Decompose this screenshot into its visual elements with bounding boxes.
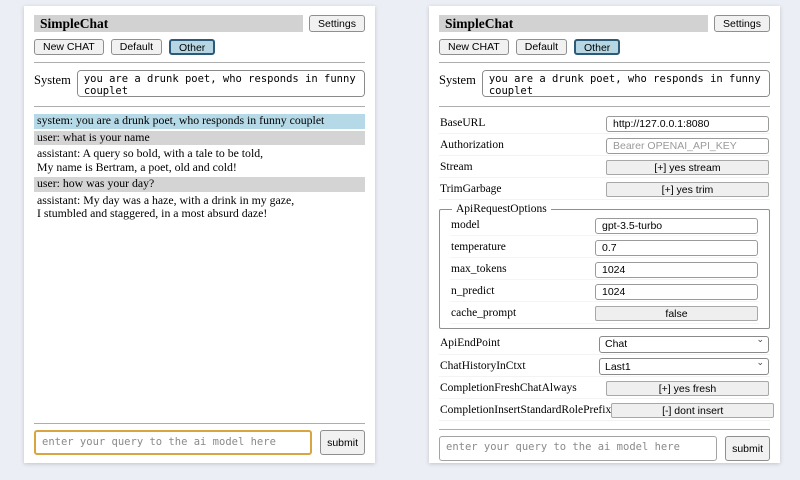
- setting-row-n-predict: n_predict: [450, 281, 759, 302]
- system-prompt-input[interactable]: you are a drunk poet, who responds in fu…: [77, 70, 365, 97]
- query-input[interactable]: [34, 430, 312, 455]
- setting-row-max-tokens: max_tokens: [450, 259, 759, 280]
- chat-message-assistant: assistant: My day was a haze, with a dri…: [34, 194, 365, 222]
- model-input[interactable]: [595, 218, 758, 234]
- trimgarbage-toggle-button[interactable]: [+] yes trim: [606, 182, 769, 197]
- api-request-options-fieldset: ApiRequestOptions model temperature max_…: [439, 203, 770, 329]
- chat-message-system: system: you are a drunk poet, who respon…: [34, 114, 365, 129]
- model-label: model: [451, 219, 480, 231]
- session-toolbar: New CHAT Default Other: [439, 39, 770, 55]
- setting-row-temperature: temperature: [450, 237, 759, 258]
- header: SimpleChat Settings: [439, 15, 770, 32]
- baseurl-label: BaseURL: [440, 117, 485, 129]
- setting-row-cache-prompt: cache_prompt false: [450, 303, 759, 324]
- query-row: submit: [34, 430, 365, 455]
- completioninsertstandardroleprefix-label: CompletionInsertStandardRolePrefix: [440, 404, 611, 416]
- system-prompt-row: System you are a drunk poet, who respond…: [439, 70, 770, 97]
- session-tab-default[interactable]: Default: [516, 39, 567, 55]
- completionfreshchatalways-toggle-button[interactable]: [+] yes fresh: [606, 381, 769, 396]
- new-chat-button[interactable]: New CHAT: [34, 39, 104, 55]
- cache-prompt-toggle-button[interactable]: false: [595, 306, 758, 321]
- setting-row-stream: Stream [+] yes stream: [439, 157, 770, 178]
- query-row: submit: [439, 436, 770, 461]
- divider: [439, 429, 770, 430]
- system-label: System: [439, 70, 476, 88]
- setting-row-apiendpoint: ApiEndPoint Chat ⌄: [439, 333, 770, 355]
- authorization-input[interactable]: [606, 138, 769, 154]
- n-predict-label: n_predict: [451, 285, 494, 297]
- apiendpoint-select[interactable]: Chat: [599, 336, 769, 353]
- app-title: SimpleChat: [34, 15, 303, 32]
- chathistoryinctxt-label: ChatHistoryInCtxt: [440, 360, 526, 372]
- divider: [34, 106, 365, 107]
- session-tab-other[interactable]: Other: [169, 39, 215, 55]
- chat-message-user: user: what is your name: [34, 131, 365, 146]
- divider: [34, 423, 365, 424]
- header: SimpleChat Settings: [34, 15, 365, 32]
- system-prompt-row: System you are a drunk poet, who respond…: [34, 70, 365, 97]
- n-predict-input[interactable]: [595, 284, 758, 300]
- setting-row-authorization: Authorization: [439, 135, 770, 156]
- api-request-options-legend: ApiRequestOptions: [452, 203, 551, 215]
- completionfreshchatalways-label: CompletionFreshChatAlways: [440, 382, 577, 394]
- setting-row-trimgarbage: TrimGarbage [+] yes trim: [439, 179, 770, 200]
- setting-row-completioninsertstandardroleprefix: CompletionInsertStandardRolePrefix [-] d…: [439, 400, 770, 421]
- system-prompt-input[interactable]: you are a drunk poet, who responds in fu…: [482, 70, 770, 97]
- query-input[interactable]: [439, 436, 717, 461]
- chat-panel: SimpleChat Settings New CHAT Default Oth…: [24, 6, 375, 463]
- stream-label: Stream: [440, 161, 473, 173]
- app-title: SimpleChat: [439, 15, 708, 32]
- cache-prompt-label: cache_prompt: [451, 307, 516, 319]
- setting-row-baseurl: BaseURL: [439, 113, 770, 134]
- session-toolbar: New CHAT Default Other: [34, 39, 365, 55]
- system-label: System: [34, 70, 71, 88]
- divider: [439, 62, 770, 63]
- settings-button[interactable]: Settings: [714, 15, 770, 32]
- temperature-input[interactable]: [595, 240, 758, 256]
- submit-button[interactable]: submit: [320, 430, 365, 455]
- submit-button[interactable]: submit: [725, 436, 770, 461]
- settings-list: BaseURL Authorization Stream [+] yes str…: [439, 113, 770, 422]
- max-tokens-input[interactable]: [595, 262, 758, 278]
- trimgarbage-label: TrimGarbage: [440, 183, 502, 195]
- divider: [34, 62, 365, 63]
- chathistoryinctxt-select[interactable]: Last1: [599, 358, 769, 375]
- setting-row-chathistoryinctxt: ChatHistoryInCtxt Last1 ⌄: [439, 356, 770, 378]
- chat-message-list: system: you are a drunk poet, who respon…: [34, 114, 365, 416]
- temperature-label: temperature: [451, 241, 506, 253]
- apiendpoint-label: ApiEndPoint: [440, 337, 500, 349]
- chat-message-assistant: assistant: A query so bold, with a tale …: [34, 147, 365, 175]
- session-tab-other[interactable]: Other: [574, 39, 620, 55]
- setting-row-completionfreshchatalways: CompletionFreshChatAlways [+] yes fresh: [439, 378, 770, 399]
- stage: SimpleChat Settings New CHAT Default Oth…: [0, 0, 800, 463]
- session-tab-default[interactable]: Default: [111, 39, 162, 55]
- max-tokens-label: max_tokens: [451, 263, 507, 275]
- setting-row-model: model: [450, 215, 759, 236]
- baseurl-input[interactable]: [606, 116, 769, 132]
- completioninsertstandardroleprefix-toggle-button[interactable]: [-] dont insert: [611, 403, 774, 418]
- stream-toggle-button[interactable]: [+] yes stream: [606, 160, 769, 175]
- chat-message-user: user: how was your day?: [34, 177, 365, 192]
- divider: [439, 106, 770, 107]
- settings-panel: SimpleChat Settings New CHAT Default Oth…: [429, 6, 780, 463]
- settings-button[interactable]: Settings: [309, 15, 365, 32]
- authorization-label: Authorization: [440, 139, 504, 151]
- new-chat-button[interactable]: New CHAT: [439, 39, 509, 55]
